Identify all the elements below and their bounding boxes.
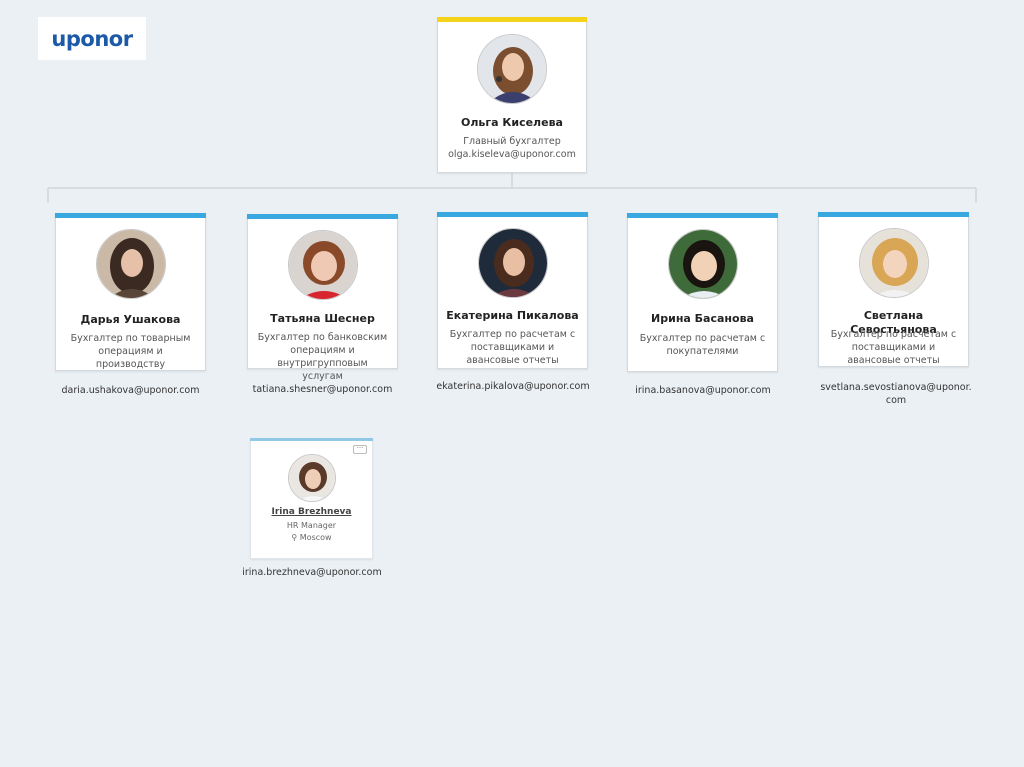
member-card-accent [437, 212, 588, 217]
avatar-brezhneva [287, 454, 336, 502]
member-name: Татьяна Шеснер [270, 312, 375, 325]
head-role: Главный бухгалтер [463, 136, 561, 147]
member-email-sevostianova[interactable]: svetlana.sevostianova@uponor.com [818, 381, 974, 407]
hr-title: HR Manager [286, 521, 337, 530]
hr-location-text: Moscow [299, 533, 332, 542]
avatar-ushakova [95, 229, 166, 299]
member-card-accent [55, 213, 206, 218]
member-card-accent [627, 213, 778, 218]
hr-location: ⚲ Moscow [255, 533, 368, 542]
member-name: Дарья Ушакова [80, 313, 181, 326]
member-email-pikalova[interactable]: ekaterina.pikalova@uponor.com [433, 380, 593, 393]
member-role: Бухгалтер по расчетам с поставщиками и а… [830, 329, 957, 366]
member-card-basanova[interactable]: Ирина Басанова Бухгалтер по расчетам с п… [627, 213, 778, 372]
member-role: Бухгалтер по расчетам с покупателями [639, 333, 766, 357]
member-email-basanova[interactable]: irina.basanova@uponor.com [623, 384, 783, 397]
member-card-accent [818, 212, 969, 217]
member-role: Бухгалтер по банковским операциям и внут… [257, 332, 388, 382]
more-options-icon[interactable]: ··· [353, 445, 367, 454]
location-pin-icon: ⚲ [291, 533, 300, 542]
avatar-shesner [287, 230, 358, 300]
head-email[interactable]: olga.kiseleva@uponor.com [442, 148, 582, 161]
avatar-pikalova [477, 228, 548, 298]
hr-card-accent [250, 438, 373, 441]
head-card-accent [437, 17, 587, 22]
member-email-ushakova[interactable]: daria.ushakova@uponor.com [55, 384, 206, 397]
head-name: Ольга Киселева [461, 116, 563, 129]
hr-name[interactable]: Irina Brezhneva [255, 507, 368, 517]
member-role: Бухгалтер по расчетам с поставщиками и а… [449, 329, 576, 366]
hr-email[interactable]: irina.brezhneva@uponor.com [232, 566, 392, 579]
avatar-basanova [667, 229, 738, 299]
member-card-shesner[interactable]: Татьяна Шеснер Бухгалтер по банковским о… [247, 214, 398, 382]
avatar-sevostianova [858, 228, 929, 298]
member-card-accent [247, 214, 398, 219]
member-card-ushakova[interactable]: Дарья Ушакова Бухгалтер по товарным опер… [55, 213, 206, 371]
head-card[interactable]: Ольга Киселева Главный бухгалтер olga.ki… [437, 17, 587, 173]
member-name: Екатерина Пикалова [446, 309, 579, 322]
member-card-pikalova[interactable]: Екатерина Пикалова Бухгалтер по расчетам… [437, 212, 588, 369]
member-name: Ирина Басанова [651, 312, 754, 325]
member-role: Бухгалтер по товарным операциям и произв… [70, 333, 191, 370]
avatar-olga [477, 34, 547, 104]
member-email-shesner[interactable]: tatiana.shesner@uponor.com [247, 383, 398, 396]
hr-card[interactable]: ··· Irina Brezhneva HR Manager ⚲ Moscow [250, 438, 373, 559]
member-card-sevostianova[interactable]: Светлана Севостьянова Бухгалтер по расче… [818, 212, 969, 367]
